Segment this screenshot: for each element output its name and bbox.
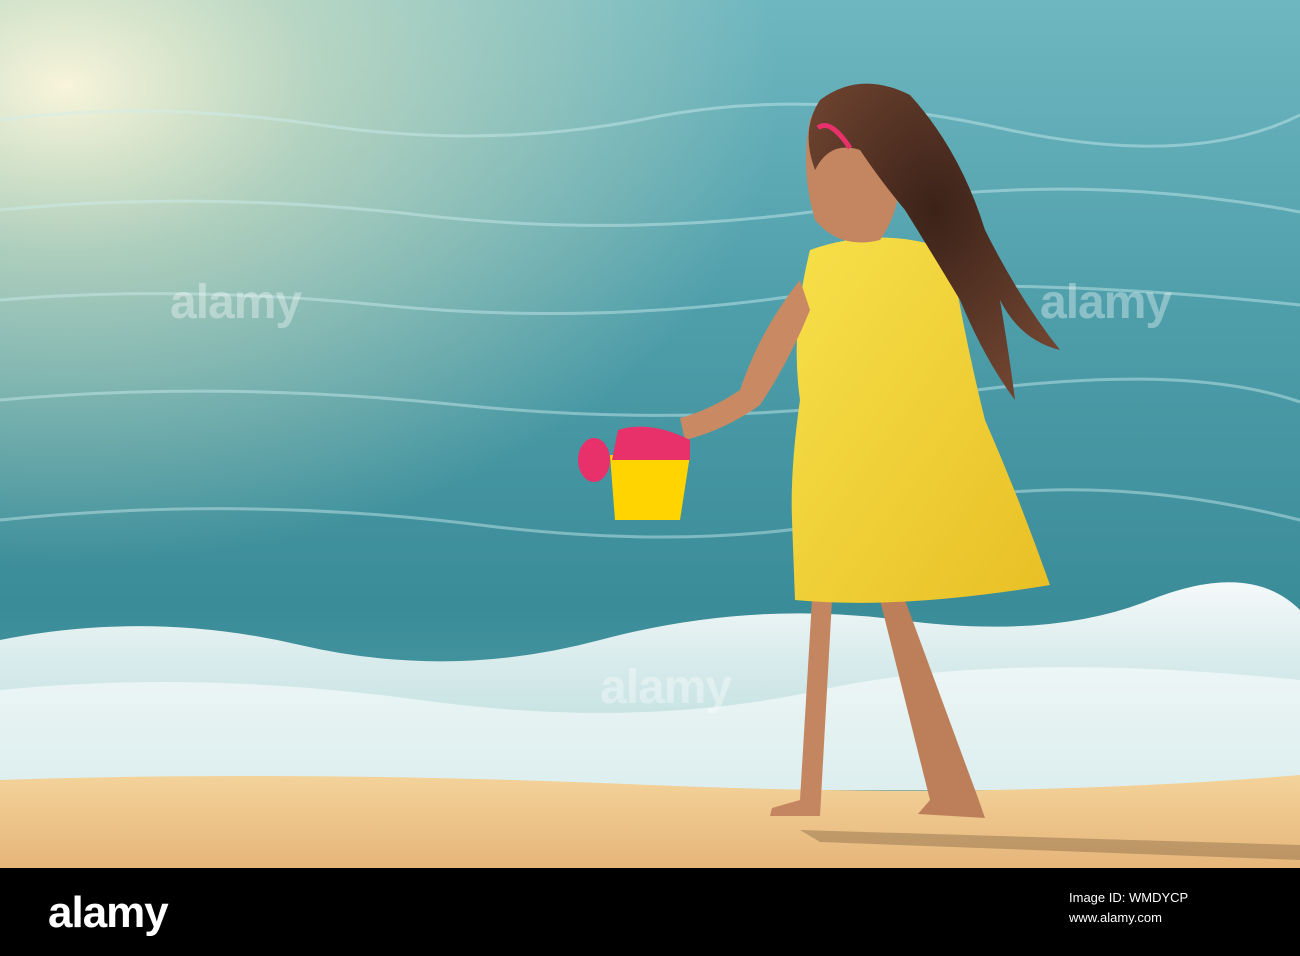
stock-photo-frame: alamy alamy alamy alamy Image ID: WMDYCP… — [0, 0, 1300, 956]
watermark-left: alamy — [170, 276, 302, 329]
can-body — [610, 455, 690, 520]
footer-bar: alamy Image ID: WMDYCP www.alamy.com — [0, 868, 1300, 956]
beach-photo: alamy alamy alamy — [0, 0, 1300, 868]
can-spout — [578, 438, 610, 482]
watermark-center: alamy — [600, 661, 732, 714]
photo-illustration — [0, 0, 1300, 868]
sand — [0, 775, 1300, 868]
watermark-right: alamy — [1040, 276, 1172, 329]
alamy-logo: alamy — [48, 888, 169, 937]
site-url: www.alamy.com — [1069, 910, 1162, 925]
image-id: Image ID: WMDYCP — [1069, 890, 1189, 905]
